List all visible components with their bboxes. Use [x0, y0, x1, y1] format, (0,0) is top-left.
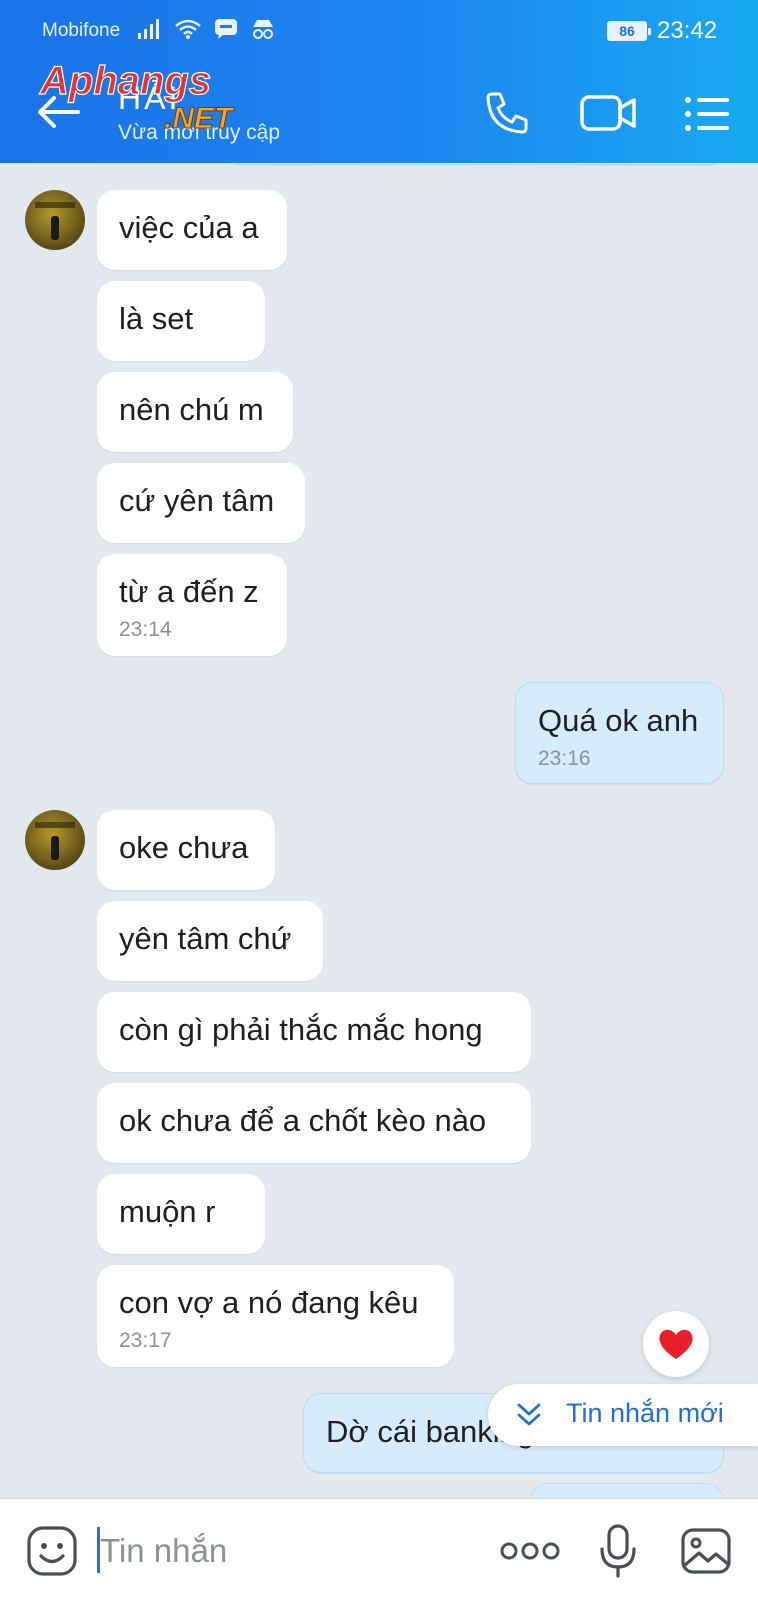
heart-icon: [659, 1329, 693, 1359]
zalo-notification-icon: [215, 19, 237, 39]
double-chevron-down-icon: [517, 1403, 541, 1426]
message-time: 23:14: [119, 618, 172, 641]
message-input-bar: [0, 1498, 758, 1600]
microphone-icon[interactable]: [598, 1523, 638, 1579]
message-bubble[interactable]: con vợ a nó đang kêu 23:17: [97, 1265, 454, 1367]
message-time: 23:16: [538, 747, 591, 770]
chat-header: Mobifone 86 23:42 HẢI Vừa mới truy cập A…: [0, 0, 758, 163]
my-message-bubble-partial[interactable]: [530, 1483, 724, 1498]
image-gallery-icon[interactable]: [680, 1527, 732, 1575]
menu-list-icon[interactable]: [684, 96, 730, 132]
message-list[interactable]: việc của a là set nên chú m cứ yên tâm t…: [0, 163, 758, 1498]
new-messages-label: Tin nhắn mới: [566, 1398, 724, 1428]
status-bar: Mobifone 86 23:42: [0, 0, 758, 62]
contact-avatar[interactable]: [25, 810, 85, 870]
incognito-icon: [253, 20, 273, 39]
status-time: 23:42: [657, 17, 718, 44]
video-call-icon[interactable]: [580, 93, 636, 133]
signal-icon: [138, 19, 159, 39]
message-bubble[interactable]: còn gì phải thắc mắc hong: [97, 992, 531, 1072]
svg-text:Aphangs: Aphangs: [39, 59, 211, 103]
message-bubble[interactable]: là set: [97, 281, 265, 361]
message-bubble[interactable]: oke chưa: [97, 810, 275, 890]
message-bubble[interactable]: cứ yên tâm: [97, 463, 305, 543]
message-input[interactable]: [100, 1529, 460, 1573]
svg-text:.NET: .NET: [164, 102, 235, 135]
message-bubble[interactable]: từ a đến z 23:14: [97, 554, 287, 656]
battery-indicator: 86: [607, 21, 651, 41]
message-bubble[interactable]: ok chưa để a chốt kèo nào: [97, 1083, 531, 1163]
message-bubble[interactable]: yên tâm chứ: [97, 901, 323, 981]
status-icons: [138, 18, 276, 40]
sticker-emoji-icon[interactable]: [26, 1525, 78, 1577]
message-bubble-partial[interactable]: [230, 163, 720, 165]
new-messages-button[interactable]: Tin nhắn mới: [488, 1384, 758, 1446]
message-bubble[interactable]: muộn r: [97, 1174, 265, 1254]
more-options-icon[interactable]: [500, 1539, 560, 1563]
phone-call-icon[interactable]: [482, 90, 530, 136]
wifi-icon: [175, 19, 201, 39]
reaction-heart-button[interactable]: [643, 1311, 709, 1377]
contact-avatar[interactable]: [25, 190, 85, 250]
message-time: 23:17: [119, 1329, 172, 1352]
my-message-bubble[interactable]: Quá ok anh 23:16: [515, 682, 724, 784]
aphangs-watermark-logo: Aphangs .NET: [38, 58, 235, 135]
carrier-name: Mobifone: [42, 20, 121, 41]
message-bubble[interactable]: việc của a: [97, 190, 287, 270]
message-bubble[interactable]: nên chú m: [97, 372, 293, 452]
